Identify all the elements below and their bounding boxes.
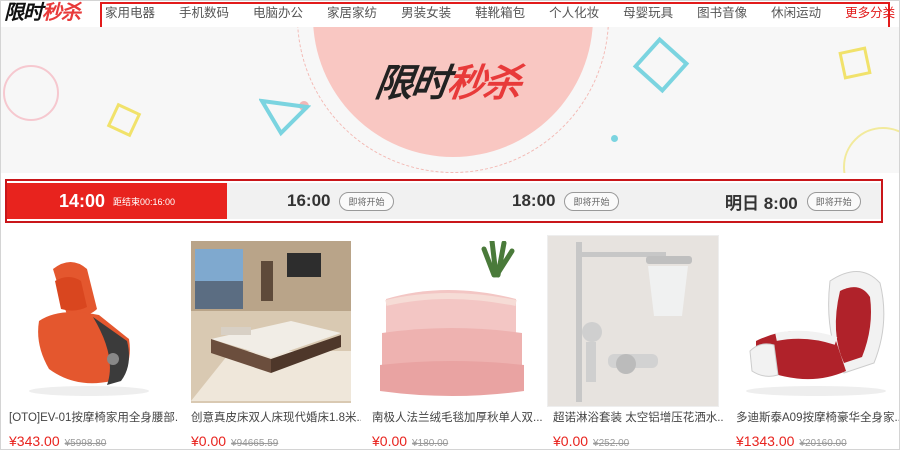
flash-sale-page: 限时秒杀 家用电器 手机数码 电脑办公 家居家纺 男装女装 鞋靴箱包 个人化妆 …: [0, 0, 900, 450]
nav-item-home-appliances[interactable]: 家用电器: [105, 5, 155, 21]
product-price-row: ¥0.00 ¥180.00: [372, 433, 449, 449]
original-price: ¥252.00: [593, 438, 630, 449]
decor-cyan-square: [632, 36, 690, 94]
blanket-image[interactable]: [372, 241, 532, 403]
product-price-row: ¥343.00 ¥5998.80: [9, 433, 107, 449]
product-name[interactable]: 超诺淋浴套装 太空铝增压花洒水...: [553, 411, 723, 425]
decor-ring-right: [843, 127, 899, 173]
nav-item-home-textiles[interactable]: 家居家纺: [327, 5, 377, 21]
sale-price: ¥0.00: [372, 433, 408, 449]
decor-yellow-square-right: [838, 46, 872, 80]
product-price-row: ¥0.00 ¥94665.59: [191, 433, 279, 449]
nav-item-sports[interactable]: 休闲运动: [771, 5, 821, 21]
banner-title-part2: 秒杀: [444, 63, 523, 105]
nav-item-cosmetics[interactable]: 个人化妆: [549, 5, 599, 21]
nav-item-baby-toys[interactable]: 母婴玩具: [623, 5, 673, 21]
decor-yellow-square: [106, 102, 142, 138]
original-price: ¥20160.00: [799, 438, 847, 449]
nav-item-phones-digital[interactable]: 手机数码: [179, 5, 229, 21]
banner-title-part1: 限时: [372, 63, 451, 105]
product-name[interactable]: 南极人法兰绒毛毯加厚秋单人双...: [372, 411, 542, 425]
original-price: ¥180.00: [412, 438, 449, 449]
product-price-row: ¥1343.00 ¥20160.00: [736, 433, 847, 449]
product-card[interactable]: 超诺淋浴套装 太空铝增压花洒水... ¥0.00 ¥252.00: [547, 235, 723, 449]
category-nav: 家用电器 手机数码 电脑办公 家居家纺 男装女装 鞋靴箱包 个人化妆 母婴玩具 …: [105, 5, 895, 21]
nav-item-books-media[interactable]: 图书音像: [697, 5, 747, 21]
massage-chair-image[interactable]: [9, 241, 169, 403]
product-name[interactable]: 创意真皮床双人床现代婚床1.8米...: [191, 411, 361, 425]
time-tabs-highlight-box: [5, 179, 883, 223]
product-card[interactable]: 创意真皮床双人床现代婚床1.8米... ¥0.00 ¥94665.59: [191, 237, 361, 449]
logo[interactable]: 限时秒杀: [4, 1, 81, 25]
sale-price: ¥0.00: [191, 433, 227, 449]
decor-cyan-dot: [611, 135, 618, 142]
shower-set-image[interactable]: [547, 235, 719, 407]
luxury-massage-chair-image[interactable]: [736, 241, 896, 403]
decor-triangle-icon: [259, 98, 311, 137]
nav-item-apparel[interactable]: 男装女装: [401, 5, 451, 21]
bedroom-image[interactable]: [191, 241, 351, 403]
original-price: ¥94665.59: [231, 438, 279, 449]
logo-text-part1: 限时: [4, 2, 43, 24]
nav-item-shoes-bags[interactable]: 鞋靴箱包: [475, 5, 525, 21]
banner-title: 限时秒杀: [372, 52, 524, 107]
original-price: ¥5998.80: [64, 438, 107, 449]
sale-price: ¥343.00: [9, 433, 60, 449]
product-name[interactable]: [OTO]EV-01按摩椅家用全身腰部...: [9, 411, 179, 425]
top-bar: 限时秒杀 家用电器 手机数码 电脑办公 家居家纺 男装女装 鞋靴箱包 个人化妆 …: [1, 1, 899, 32]
hero-banner: 限时秒杀: [1, 27, 899, 173]
decor-ring-left: [3, 65, 59, 121]
product-card[interactable]: [OTO]EV-01按摩椅家用全身腰部... ¥343.00 ¥5998.80: [9, 237, 179, 449]
product-name[interactable]: 多迪斯泰A09按摩椅豪华全身家...: [736, 411, 899, 425]
product-price-row: ¥0.00 ¥252.00: [553, 433, 630, 449]
sale-price: ¥0.00: [553, 433, 589, 449]
nav-item-more[interactable]: 更多分类: [845, 5, 895, 21]
logo-text-part2: 秒杀: [42, 2, 81, 24]
nav-item-computers-office[interactable]: 电脑办公: [253, 5, 303, 21]
sale-price: ¥1343.00: [736, 433, 795, 449]
product-card[interactable]: 多迪斯泰A09按摩椅豪华全身家... ¥1343.00 ¥20160.00: [736, 237, 899, 449]
product-card[interactable]: 南极人法兰绒毛毯加厚秋单人双... ¥0.00 ¥180.00: [372, 237, 542, 449]
